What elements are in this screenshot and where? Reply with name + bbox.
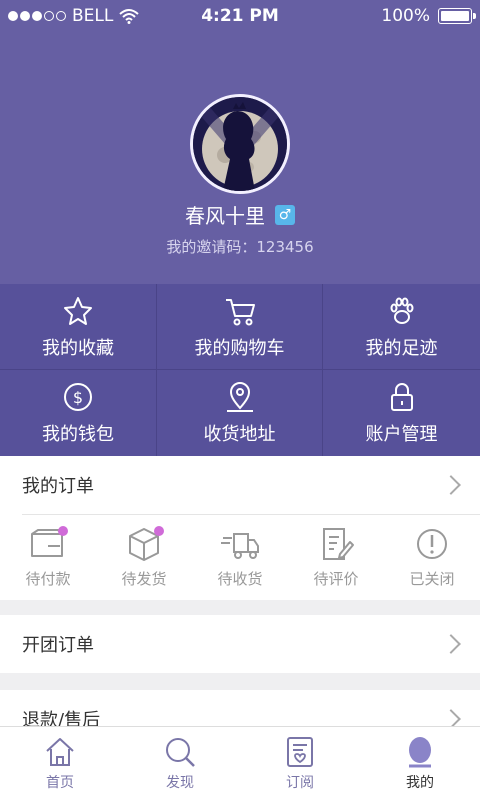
order-status-closed[interactable]: 已关闭	[384, 515, 480, 600]
menu-account[interactable]: 账户管理	[323, 370, 480, 456]
star-icon	[64, 296, 92, 325]
order-status-label: 已关闭	[409, 570, 455, 588]
order-status-pending-payment[interactable]: 待付款	[0, 515, 96, 600]
profile-icon	[409, 737, 431, 768]
my-orders-title: 我的订单	[22, 476, 94, 497]
tab-home[interactable]: 首页	[0, 727, 120, 800]
menu-cart[interactable]: 我的购物车	[157, 284, 323, 370]
subscribe-icon	[287, 737, 313, 767]
alert-icon	[417, 529, 447, 559]
dollar-icon: $	[64, 383, 92, 411]
order-status-pending-receipt[interactable]: 待收货	[192, 515, 288, 600]
battery-percent: 100%	[381, 6, 430, 26]
lock-icon	[390, 383, 413, 411]
search-icon	[166, 738, 195, 767]
group-orders-title: 开团订单	[22, 635, 94, 656]
profile-menu-grid: 我的收藏 我的购物车 我的足迹 $ 我的钱包 收货地址 账户管理	[0, 284, 480, 456]
order-status-label: 待付款	[25, 570, 71, 588]
order-status-row: 待付款 待发货 待收货 待评价 已关闭	[0, 515, 480, 600]
orders-section: 我的订单 待付款 待发货 待收货 待评价 已关闭	[0, 456, 480, 600]
edit-icon	[323, 528, 354, 560]
menu-label: 我的钱包	[42, 424, 114, 445]
order-status-pending-review[interactable]: 待评价	[288, 515, 384, 600]
menu-wallet[interactable]: $ 我的钱包	[0, 370, 157, 456]
avatar-image	[193, 97, 287, 191]
location-icon	[226, 382, 253, 412]
truck-icon	[221, 533, 259, 559]
tab-label: 订阅	[286, 775, 314, 791]
order-status-pending-shipment[interactable]: 待发货	[96, 515, 192, 600]
svg-text:$: $	[73, 388, 83, 407]
cart-icon	[225, 298, 255, 325]
avatar[interactable]	[190, 94, 290, 194]
username: 春风十里	[185, 204, 265, 228]
notification-badge	[58, 526, 68, 536]
tab-mine[interactable]: 我的	[360, 727, 480, 800]
battery-icon	[438, 8, 476, 24]
my-orders-row[interactable]: 我的订单	[0, 456, 480, 514]
menu-label: 我的购物车	[194, 337, 285, 359]
group-orders-section: 开团订单	[0, 615, 480, 673]
tab-discover[interactable]: 发现	[120, 727, 240, 800]
menu-label: 收货地址	[203, 424, 276, 445]
order-status-label: 待发货	[121, 570, 167, 588]
username-row: 春风十里 ♂	[0, 200, 480, 229]
profile-header: 春风十里 ♂ 我的邀请码：123456	[0, 0, 480, 284]
menu-footprints[interactable]: 我的足迹	[323, 284, 480, 370]
status-bar: BELL 4:21 PM 100%	[0, 0, 480, 32]
bottom-tab-bar: 首页 发现 订阅 我的	[0, 726, 480, 800]
tab-label: 首页	[46, 775, 74, 791]
home-icon	[46, 738, 74, 766]
menu-address[interactable]: 收货地址	[157, 370, 323, 456]
notification-badge	[154, 526, 164, 536]
menu-label: 账户管理	[365, 424, 438, 445]
chevron-right-icon	[441, 634, 461, 654]
tab-label: 我的	[406, 775, 434, 791]
order-status-label: 待评价	[313, 570, 359, 588]
paw-icon	[390, 297, 413, 324]
male-icon: ♂	[275, 204, 295, 225]
invite-code: 我的邀请码：123456	[166, 238, 314, 256]
group-orders-row[interactable]: 开团订单	[0, 615, 480, 673]
tab-subscribe[interactable]: 订阅	[240, 727, 360, 800]
order-status-label: 待收货	[217, 570, 263, 588]
chevron-right-icon	[441, 475, 461, 495]
menu-label: 我的足迹	[365, 337, 438, 359]
menu-favorites[interactable]: 我的收藏	[0, 284, 157, 370]
menu-label: 我的收藏	[42, 337, 114, 359]
tab-label: 发现	[166, 775, 194, 791]
